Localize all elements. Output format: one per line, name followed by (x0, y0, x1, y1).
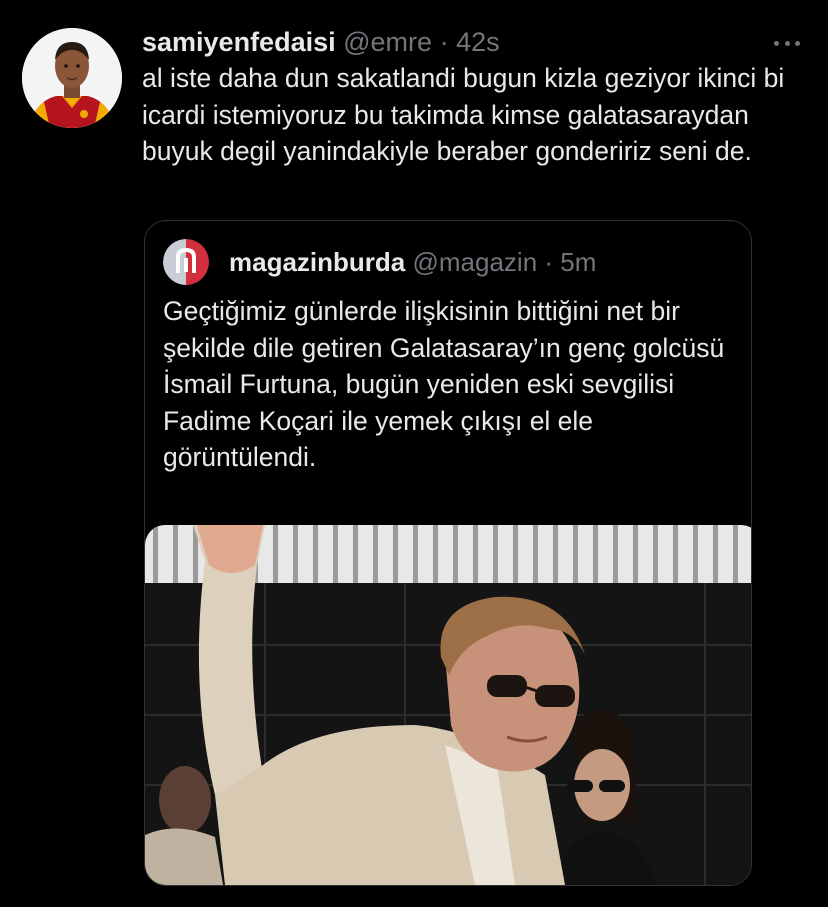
quoted-tweet-photo[interactable] (145, 525, 751, 885)
quoted-user-avatar[interactable] (163, 239, 209, 285)
photo-image (145, 525, 751, 885)
tweet-timestamp[interactable]: 42s (456, 27, 500, 57)
display-name[interactable]: samiyenfedaisi (142, 27, 336, 57)
quoted-tweet-timestamp[interactable]: 5m (560, 247, 596, 277)
user-avatar-image (22, 28, 122, 128)
tweet[interactable]: samiyenfedaisi @emre · 42s al iste daha … (0, 0, 828, 907)
quoted-tweet[interactable]: magazinburda @magazin · 5m Geçtiğimiz gü… (144, 220, 752, 886)
separator-dot: · (439, 27, 449, 57)
quoted-tweet-text: Geçtiğimiz günlerde ilişkisinin bittiğin… (163, 296, 725, 472)
user-handle[interactable]: @emre (343, 27, 432, 57)
quoted-tweet-header: magazinburda @magazin · 5m (229, 245, 596, 279)
quoted-display-name[interactable]: magazinburda (229, 247, 405, 277)
more-horizontal-icon[interactable] (774, 38, 800, 48)
tweet-header: samiyenfedaisi @emre · 42s (142, 24, 500, 60)
user-avatar[interactable] (22, 28, 122, 128)
separator-dot: · (544, 247, 554, 277)
magazin-logo-icon (163, 239, 209, 285)
quoted-user-handle[interactable]: @magazin (412, 247, 537, 277)
tweet-text: al iste daha dun sakatlandi bugun kizla … (142, 63, 785, 166)
